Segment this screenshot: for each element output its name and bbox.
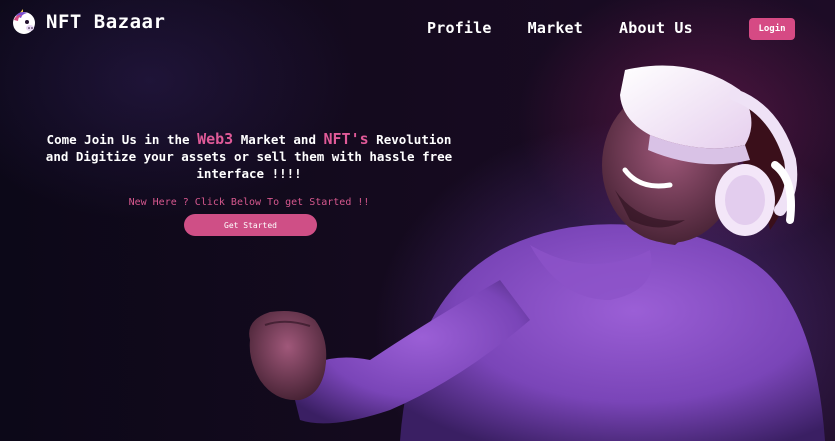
hero-headline-prefix: Come Join Us in the <box>46 132 198 147</box>
landing-page: NFT Bazaar Profile Market About Us Login <box>0 0 835 441</box>
hero-accent-nfts: NFT's <box>323 130 369 148</box>
hero-headline-suffix: Revolution <box>368 132 452 147</box>
nav-item-about-us[interactable]: About Us <box>619 19 693 37</box>
brand[interactable]: NFT Bazaar <box>10 8 165 36</box>
nav-links: Profile Market About Us <box>427 19 693 37</box>
brand-name: NFT Bazaar <box>46 11 166 33</box>
hero-headline-line-2: and Digitize your assets or sell them wi… <box>45 149 453 164</box>
top-navbar: NFT Bazaar Profile Market About Us Login <box>0 0 835 56</box>
login-button[interactable]: Login <box>749 18 795 40</box>
hero-headline-line-3: interface !!!! <box>196 166 302 181</box>
hero-tagline: New Here ? Click Below To get Started !! <box>128 197 370 208</box>
hero-accent-web3: Web3 <box>197 130 234 148</box>
nav-item-profile[interactable]: Profile <box>427 19 492 37</box>
hero-text: Come Join Us in the Web3 Market and NFT'… <box>14 131 484 182</box>
hero-headline-middle: Market and <box>233 132 324 147</box>
hero-vr-person-illustration <box>249 65 825 441</box>
unicorn-logo-icon <box>13 9 35 34</box>
hero-headline-line-1: Come Join Us in the Web3 Market and NFT'… <box>14 131 484 148</box>
nav-item-market[interactable]: Market <box>528 19 583 37</box>
get-started-button[interactable]: Get Started <box>184 214 317 236</box>
